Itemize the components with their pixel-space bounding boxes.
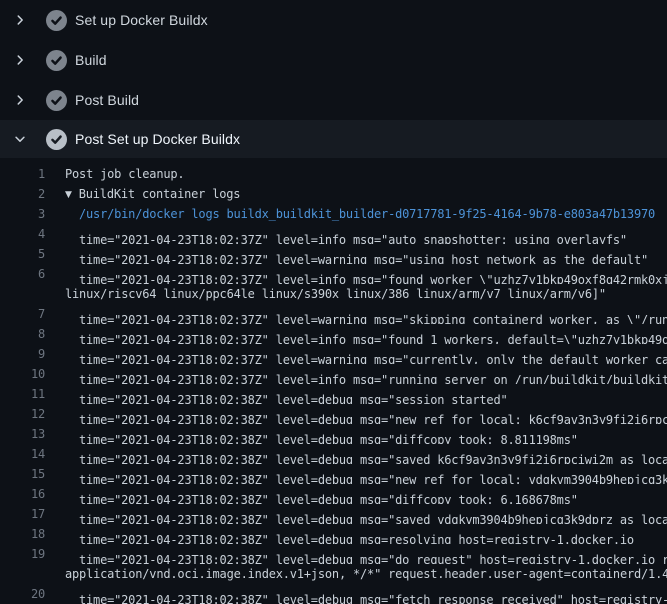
log-text: linux/riscv64 linux/ppc64le linux/s390x … [45, 284, 606, 304]
log-line: 2 ▼ BuildKit container logs [0, 184, 667, 204]
log-line: 13time="2021-04-23T18:02:38Z" level=debu… [0, 424, 667, 444]
log-line: 11time="2021-04-23T18:02:38Z" level=debu… [0, 384, 667, 404]
log-line-continuation: application/vnd.oci.image.index.v1+json,… [0, 564, 667, 584]
log-text: time="2021-04-23T18:02:38Z" level=debug … [45, 424, 578, 444]
line-number[interactable]: 2 [0, 184, 45, 204]
log-text: application/vnd.oci.image.index.v1+json,… [45, 564, 667, 584]
log-text: time="2021-04-23T18:02:37Z" level=warnin… [45, 344, 667, 364]
log-line: 16time="2021-04-23T18:02:38Z" level=debu… [0, 484, 667, 504]
log-line: 9time="2021-04-23T18:02:37Z" level=warni… [0, 344, 667, 364]
line-number[interactable]: 10 [0, 364, 45, 384]
line-number[interactable]: 4 [0, 224, 45, 244]
log-line: 14time="2021-04-23T18:02:38Z" level=debu… [0, 444, 667, 464]
log-line: 7time="2021-04-23T18:02:37Z" level=warni… [0, 304, 667, 324]
check-circle-icon [46, 129, 67, 150]
log-text: time="2021-04-23T18:02:38Z" level=debug … [45, 584, 667, 604]
chevron-down-icon [13, 132, 37, 146]
log-text: time="2021-04-23T18:02:38Z" level=debug … [45, 464, 667, 484]
log-line: 19time="2021-04-23T18:02:38Z" level=debu… [0, 544, 667, 564]
line-number[interactable]: 17 [0, 504, 45, 524]
log-line: 18time="2021-04-23T18:02:38Z" level=debu… [0, 524, 667, 544]
log-line: 4time="2021-04-23T18:02:37Z" level=info … [0, 224, 667, 244]
log-text: time="2021-04-23T18:02:38Z" level=debug … [45, 404, 667, 424]
log-text: time="2021-04-23T18:02:38Z" level=debug … [45, 444, 667, 464]
line-number[interactable]: 6 [0, 264, 45, 284]
line-number[interactable]: 18 [0, 524, 45, 544]
log-text: time="2021-04-23T18:02:37Z" level=warnin… [45, 244, 648, 264]
chevron-right-icon [13, 93, 37, 107]
check-circle-icon [46, 90, 67, 111]
line-number[interactable]: 11 [0, 384, 45, 404]
log-line-continuation: linux/riscv64 linux/ppc64le linux/s390x … [0, 284, 667, 304]
step-title: Post Build [75, 92, 139, 108]
log-text: time="2021-04-23T18:02:38Z" level=debug … [45, 484, 578, 504]
step-title: Post Set up Docker Buildx [75, 131, 240, 147]
log-text: time="2021-04-23T18:02:38Z" level=debug … [45, 384, 508, 404]
step-header-post-set-up-docker-buildx[interactable]: Post Set up Docker Buildx [0, 120, 667, 158]
step-title: Set up Docker Buildx [75, 12, 208, 28]
log-line: 8time="2021-04-23T18:02:37Z" level=info … [0, 324, 667, 344]
triangle-down-icon: ▼ [65, 185, 72, 204]
steps-list: Set up Docker Buildx Build Post Build Post … [0, 0, 667, 158]
log-line: 15time="2021-04-23T18:02:38Z" level=debu… [0, 464, 667, 484]
log-text: time="2021-04-23T18:02:37Z" level=info m… [45, 364, 667, 384]
line-number[interactable]: 1 [0, 164, 45, 184]
log-group-label: BuildKit container logs [79, 187, 241, 201]
log-text: time="2021-04-23T18:02:37Z" level=info m… [45, 224, 627, 244]
line-number[interactable]: 19 [0, 544, 45, 564]
log-line: 17time="2021-04-23T18:02:38Z" level=debu… [0, 504, 667, 524]
chevron-right-icon [13, 53, 37, 67]
log-text: time="2021-04-23T18:02:38Z" level=debug … [45, 504, 667, 524]
line-number[interactable]: 3 [0, 204, 45, 224]
line-number[interactable]: 7 [0, 304, 45, 324]
log-line: 10time="2021-04-23T18:02:37Z" level=info… [0, 364, 667, 384]
log-line: 5time="2021-04-23T18:02:37Z" level=warni… [0, 244, 667, 264]
log-line: 6time="2021-04-23T18:02:37Z" level=info … [0, 264, 667, 284]
line-number [0, 284, 45, 304]
log-group-toggle[interactable]: ▼ BuildKit container logs [45, 184, 240, 204]
log-viewer: 1Post job cleanup.2 ▼ BuildKit container l… [0, 158, 667, 604]
line-number[interactable]: 16 [0, 484, 45, 504]
log-text: time="2021-04-23T18:02:37Z" level=warnin… [45, 304, 667, 324]
step-header-post-build[interactable]: Post Build [0, 80, 667, 120]
log-text: time="2021-04-23T18:02:37Z" level=info m… [45, 264, 667, 284]
step-header-build[interactable]: Build [0, 40, 667, 80]
line-number[interactable]: 14 [0, 444, 45, 464]
step-header-set-up-docker-buildx[interactable]: Set up Docker Buildx [0, 0, 667, 40]
line-number[interactable]: 15 [0, 464, 45, 484]
log-line: 12time="2021-04-23T18:02:38Z" level=debu… [0, 404, 667, 424]
check-circle-icon [46, 10, 67, 31]
log-text: Post job cleanup. [45, 164, 184, 184]
log-text: time="2021-04-23T18:02:38Z" level=debug … [45, 524, 634, 544]
line-number[interactable]: 20 [0, 584, 45, 604]
log-line: 1Post job cleanup. [0, 164, 667, 184]
line-number[interactable]: 13 [0, 424, 45, 444]
log-text: time="2021-04-23T18:02:38Z" level=debug … [45, 544, 667, 564]
line-number[interactable]: 5 [0, 244, 45, 264]
step-title: Build [75, 52, 107, 68]
line-number[interactable]: 12 [0, 404, 45, 424]
line-number[interactable]: 8 [0, 324, 45, 344]
check-circle-icon [46, 50, 67, 71]
log-line: 3/usr/bin/docker logs buildx_buildkit_bu… [0, 204, 667, 224]
command-text: /usr/bin/docker logs buildx_buildkit_bui… [45, 204, 655, 224]
line-number [0, 564, 45, 584]
log-line: 20time="2021-04-23T18:02:38Z" level=debu… [0, 584, 667, 604]
line-number[interactable]: 9 [0, 344, 45, 364]
chevron-right-icon [13, 13, 37, 27]
log-text: time="2021-04-23T18:02:37Z" level=info m… [45, 324, 667, 344]
